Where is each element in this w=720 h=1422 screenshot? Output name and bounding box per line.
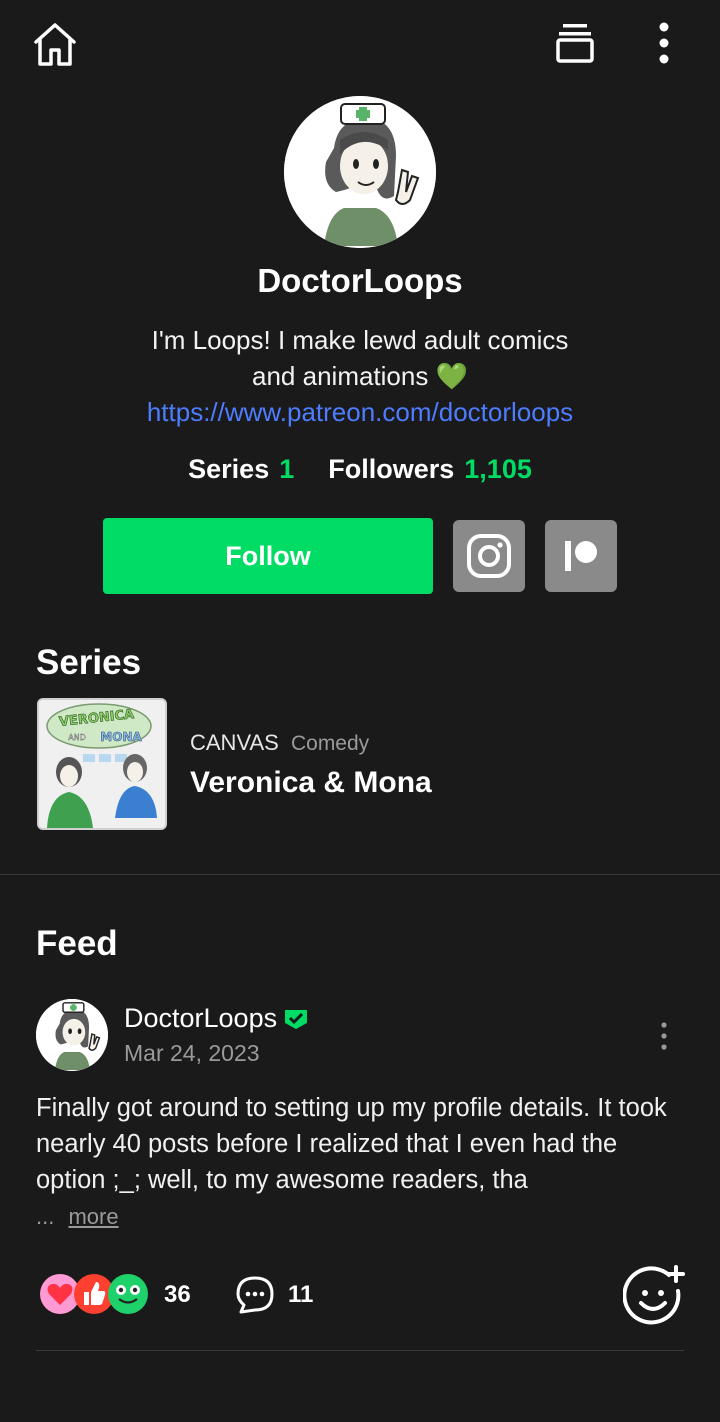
series-section-title: Series bbox=[36, 643, 142, 682]
comment-icon bbox=[236, 1276, 274, 1314]
more-vertical-icon bbox=[661, 1022, 667, 1050]
followers-stat-label: Followers bbox=[328, 454, 455, 484]
post-ellipsis: ... bbox=[36, 1204, 55, 1229]
more-vertical-icon bbox=[659, 22, 669, 64]
laughing-reaction-icon bbox=[108, 1274, 148, 1314]
post-more-button[interactable] bbox=[650, 1016, 678, 1056]
profile-bio-line1: I'm Loops! I make lewd adult comics bbox=[151, 325, 569, 355]
reaction-count: 36 bbox=[164, 1281, 191, 1308]
series-stat-count: 1 bbox=[279, 454, 295, 484]
post-date: Mar 24, 2023 bbox=[124, 1040, 260, 1066]
series-thumb-title-bottom: MONA bbox=[100, 730, 142, 744]
profile-bio-line2-wrap: and animations 💚 bbox=[0, 358, 720, 394]
post-author-row: DoctorLoops bbox=[124, 1003, 309, 1034]
series-platform: CANVAS bbox=[190, 730, 279, 755]
add-reaction-icon bbox=[623, 1265, 685, 1325]
section-divider bbox=[0, 874, 720, 875]
post-text: Finally got around to setting up my prof… bbox=[36, 1094, 667, 1194]
followers-stat-count: 1,105 bbox=[464, 454, 532, 484]
post-divider bbox=[36, 1350, 684, 1351]
profile-name: DoctorLoops bbox=[257, 262, 463, 299]
patreon-button[interactable] bbox=[545, 520, 617, 592]
post-author-name[interactable]: DoctorLoops bbox=[124, 1003, 277, 1034]
comment-count: 11 bbox=[288, 1281, 314, 1308]
home-icon bbox=[34, 23, 76, 66]
series-title[interactable]: Veronica & Mona bbox=[190, 766, 432, 800]
profile-avatar bbox=[284, 96, 436, 248]
follow-button[interactable]: Follow bbox=[103, 518, 433, 594]
library-icon bbox=[556, 24, 594, 63]
post-author-avatar[interactable] bbox=[36, 999, 108, 1071]
feed-section-title: Feed bbox=[36, 924, 118, 963]
post-more-row: ... more bbox=[36, 1204, 119, 1230]
home-button[interactable] bbox=[26, 16, 84, 72]
patreon-icon bbox=[565, 541, 597, 571]
instagram-icon bbox=[467, 534, 511, 578]
series-thumb-title-and: AND bbox=[68, 733, 86, 742]
instagram-button[interactable] bbox=[453, 520, 525, 592]
series-genre: Comedy bbox=[290, 732, 370, 755]
comment-button[interactable] bbox=[234, 1274, 276, 1316]
profile-bio-line2: and animations bbox=[252, 361, 429, 391]
series-meta: CANVAS Comedy bbox=[190, 730, 369, 756]
post-more-link[interactable]: more bbox=[68, 1204, 118, 1229]
add-reaction-button[interactable] bbox=[622, 1264, 686, 1328]
profile-bio: I'm Loops! I make lewd adult comics and … bbox=[0, 322, 720, 394]
series-stat-label: Series bbox=[188, 454, 270, 484]
library-button[interactable] bbox=[550, 16, 600, 68]
series-thumbnail[interactable]: VERONICA AND MONA bbox=[37, 698, 167, 830]
green-heart-icon: 💚 bbox=[435, 361, 468, 391]
profile-link[interactable]: https://www.patreon.com/doctorloops bbox=[0, 397, 720, 428]
more-options-button[interactable] bbox=[644, 16, 684, 70]
profile-stats: Series 1 Followers 1,105 bbox=[0, 454, 720, 485]
reactions[interactable] bbox=[38, 1272, 150, 1316]
verified-badge-icon bbox=[285, 1009, 308, 1029]
